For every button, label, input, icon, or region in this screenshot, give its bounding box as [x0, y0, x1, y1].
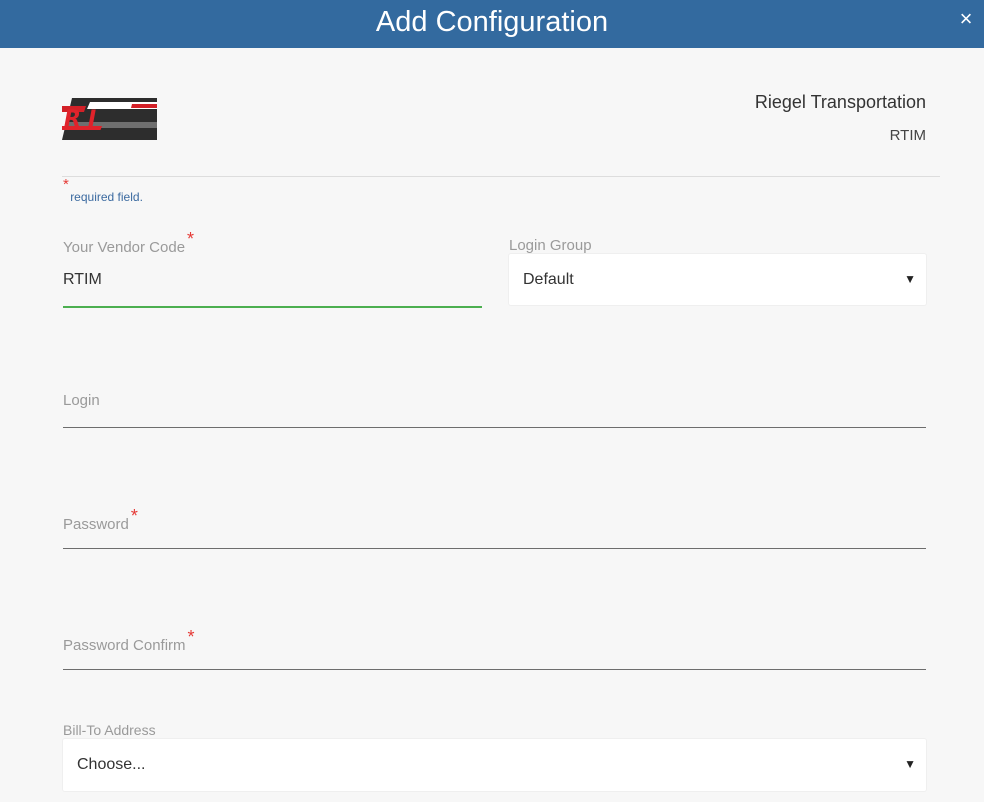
password-underline — [63, 548, 926, 549]
bill-to-select[interactable]: Choose... ▼ — [63, 739, 926, 791]
company-name: Riegel Transportation — [754, 92, 926, 112]
required-star: * — [63, 176, 69, 193]
login-input[interactable] — [63, 392, 925, 422]
close-icon[interactable]: × — [956, 8, 976, 30]
required-star: * — [187, 229, 195, 249]
company-logo: R I — [60, 82, 157, 140]
login-group-value: Default — [523, 271, 574, 288]
vendor-code-input[interactable]: RTIM — [63, 271, 102, 289]
password-confirm-input[interactable] — [63, 634, 925, 664]
vendor-code-label: Your Vendor Code * — [63, 229, 194, 257]
vendor-code-label-text: Your Vendor Code — [63, 239, 186, 256]
vendor-code-underline — [63, 306, 482, 308]
login-underline — [63, 427, 926, 428]
modal-header: Add Configuration × — [0, 0, 984, 48]
required-field-note: * required field. — [63, 176, 145, 204]
bill-to-label: Bill-To Address — [63, 722, 156, 738]
chevron-down-icon: ▼ — [904, 272, 916, 286]
bill-to-value: Choose... — [77, 756, 146, 773]
header-divider — [62, 176, 940, 177]
chevron-down-icon: ▼ — [904, 757, 916, 771]
required-note-text: required field. — [70, 190, 143, 204]
password-input[interactable] — [63, 513, 925, 543]
login-group-select[interactable]: Default ▼ — [509, 254, 926, 305]
company-code: RTIM — [889, 127, 926, 144]
login-group-label: Login Group — [509, 237, 592, 254]
modal-title: Add Configuration — [375, 6, 609, 38]
password-confirm-underline — [63, 669, 926, 670]
